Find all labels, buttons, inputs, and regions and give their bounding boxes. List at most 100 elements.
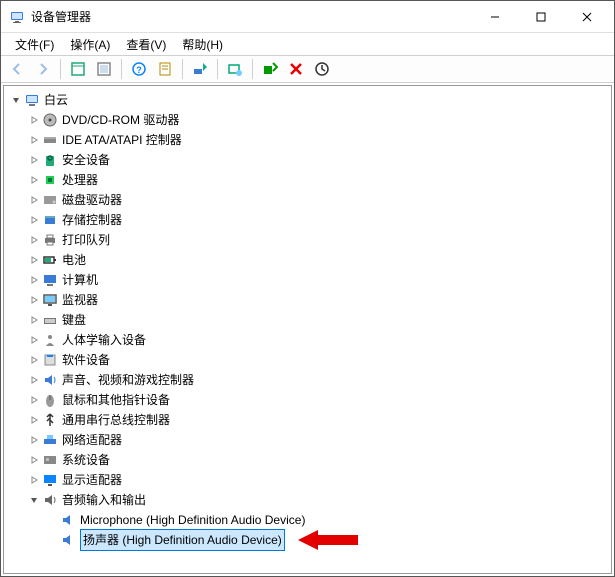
tree-node-label[interactable]: 键盘 xyxy=(62,310,86,330)
tree-node-label[interactable]: 人体学输入设备 xyxy=(62,330,146,350)
tree-category[interactable]: 显示适配器 xyxy=(8,470,607,490)
toolbar-update-driver-button[interactable] xyxy=(188,57,212,81)
tree-category[interactable]: 安全设备 xyxy=(8,150,607,170)
tree-category[interactable]: 网络适配器 xyxy=(8,430,607,450)
tree-node-label[interactable]: 计算机 xyxy=(62,270,98,290)
tree-node-label[interactable]: DVD/CD-ROM 驱动器 xyxy=(62,110,179,130)
device-tree[interactable]: 白云DVD/CD-ROM 驱动器IDE ATA/ATAPI 控制器安全设备处理器… xyxy=(3,85,612,574)
expander-icon[interactable] xyxy=(26,212,42,228)
toolbar-scope-button[interactable] xyxy=(92,57,116,81)
expander-icon[interactable] xyxy=(26,192,42,208)
close-button[interactable] xyxy=(564,2,610,32)
tree-node-label[interactable]: 扬声器 (High Definition Audio Device) xyxy=(80,529,285,551)
pc-icon xyxy=(42,272,58,288)
expander-icon[interactable] xyxy=(26,232,42,248)
storage-icon xyxy=(42,212,58,228)
tree-node-label[interactable]: 电池 xyxy=(62,250,86,270)
expander-icon[interactable] xyxy=(26,452,42,468)
expander-icon[interactable] xyxy=(8,92,24,108)
toolbar-uninstall-button[interactable] xyxy=(310,57,334,81)
monitor-icon xyxy=(42,292,58,308)
expander-icon[interactable] xyxy=(26,312,42,328)
tree-category[interactable]: 计算机 xyxy=(8,270,607,290)
tree-node-label[interactable]: 安全设备 xyxy=(62,150,110,170)
tree-node-label[interactable]: 通用串行总线控制器 xyxy=(62,410,170,430)
tree-node-label[interactable]: 系统设备 xyxy=(62,450,110,470)
expander-icon[interactable] xyxy=(26,272,42,288)
tree-category[interactable]: 磁盘驱动器 xyxy=(8,190,607,210)
tree-category[interactable]: 打印队列 xyxy=(8,230,607,250)
expander-icon[interactable] xyxy=(26,112,42,128)
tree-category[interactable]: 系统设备 xyxy=(8,450,607,470)
tree-category[interactable]: 声音、视频和游戏控制器 xyxy=(8,370,607,390)
tree-category[interactable]: 处理器 xyxy=(8,170,607,190)
toolbar-scan-button[interactable] xyxy=(223,57,247,81)
tree-node-label[interactable]: 软件设备 xyxy=(62,350,110,370)
toolbar-help-button[interactable]: ? xyxy=(127,57,151,81)
toolbar: ? xyxy=(1,55,614,83)
expander-icon[interactable] xyxy=(26,332,42,348)
tree-root[interactable]: 白云 xyxy=(8,90,607,110)
tree-category[interactable]: 人体学输入设备 xyxy=(8,330,607,350)
tree-node-label[interactable]: 音频输入和输出 xyxy=(62,490,146,510)
disk-icon xyxy=(42,192,58,208)
tree-node-label[interactable]: 鼠标和其他指针设备 xyxy=(62,390,170,410)
tree-device[interactable]: 扬声器 (High Definition Audio Device) xyxy=(8,530,607,550)
tree-node-label[interactable]: IDE ATA/ATAPI 控制器 xyxy=(62,130,182,150)
expander-icon[interactable] xyxy=(26,152,42,168)
expander-icon[interactable] xyxy=(26,252,42,268)
tree-category[interactable]: DVD/CD-ROM 驱动器 xyxy=(8,110,607,130)
tree-node-label[interactable]: 网络适配器 xyxy=(62,430,122,450)
tree-node-label[interactable]: 存储控制器 xyxy=(62,210,122,230)
display-icon xyxy=(42,472,58,488)
tree-node-label[interactable]: 白云 xyxy=(44,90,68,110)
expander-icon[interactable] xyxy=(26,132,42,148)
tree-category[interactable]: 键盘 xyxy=(8,310,607,330)
svg-text:?: ? xyxy=(136,65,142,75)
tree-category[interactable]: 存储控制器 xyxy=(8,210,607,230)
software-icon xyxy=(42,352,58,368)
expander-icon[interactable] xyxy=(26,172,42,188)
tree-node-label[interactable]: 监视器 xyxy=(62,290,98,310)
device-manager-window: 设备管理器 文件(F) 操作(A) 查看(V) 帮助(H) xyxy=(0,0,615,577)
expander-icon[interactable] xyxy=(26,372,42,388)
tree-category[interactable]: 通用串行总线控制器 xyxy=(8,410,607,430)
menu-action[interactable]: 操作(A) xyxy=(62,34,118,55)
toolbar-disable-button[interactable] xyxy=(284,57,308,81)
menu-help[interactable]: 帮助(H) xyxy=(174,34,231,55)
expander-icon[interactable] xyxy=(26,412,42,428)
toolbar-forward-button[interactable] xyxy=(31,57,55,81)
tree-node-label[interactable]: 声音、视频和游戏控制器 xyxy=(62,370,194,390)
toolbar-show-hide-button[interactable] xyxy=(66,57,90,81)
tree-node-label[interactable]: Microphone (High Definition Audio Device… xyxy=(80,510,305,530)
toolbar-separator xyxy=(121,59,122,79)
audio-dev-icon xyxy=(60,512,76,528)
toolbar-add-legacy-button[interactable] xyxy=(258,57,282,81)
menu-file[interactable]: 文件(F) xyxy=(7,34,62,55)
tree-category[interactable]: 鼠标和其他指针设备 xyxy=(8,390,607,410)
mouse-icon xyxy=(42,392,58,408)
minimize-button[interactable] xyxy=(472,2,518,32)
tree-category[interactable]: 软件设备 xyxy=(8,350,607,370)
expander-icon[interactable] xyxy=(26,492,42,508)
menu-view[interactable]: 查看(V) xyxy=(118,34,174,55)
toolbar-back-button[interactable] xyxy=(5,57,29,81)
tree-node-label[interactable]: 显示适配器 xyxy=(62,470,122,490)
tree-device[interactable]: Microphone (High Definition Audio Device… xyxy=(8,510,607,530)
tree-node-label[interactable]: 磁盘驱动器 xyxy=(62,190,122,210)
keyboard-icon xyxy=(42,312,58,328)
expander-icon[interactable] xyxy=(26,292,42,308)
tree-node-label[interactable]: 打印队列 xyxy=(62,230,110,250)
tree-category[interactable]: 电池 xyxy=(8,250,607,270)
expander-icon[interactable] xyxy=(26,392,42,408)
toolbar-properties-button[interactable] xyxy=(153,57,177,81)
expander-icon[interactable] xyxy=(26,352,42,368)
expander-icon[interactable] xyxy=(26,432,42,448)
tree-category[interactable]: 音频输入和输出 xyxy=(8,490,607,510)
tree-category[interactable]: IDE ATA/ATAPI 控制器 xyxy=(8,130,607,150)
sound-icon xyxy=(42,372,58,388)
tree-node-label[interactable]: 处理器 xyxy=(62,170,98,190)
maximize-button[interactable] xyxy=(518,2,564,32)
tree-category[interactable]: 监视器 xyxy=(8,290,607,310)
expander-icon[interactable] xyxy=(26,472,42,488)
